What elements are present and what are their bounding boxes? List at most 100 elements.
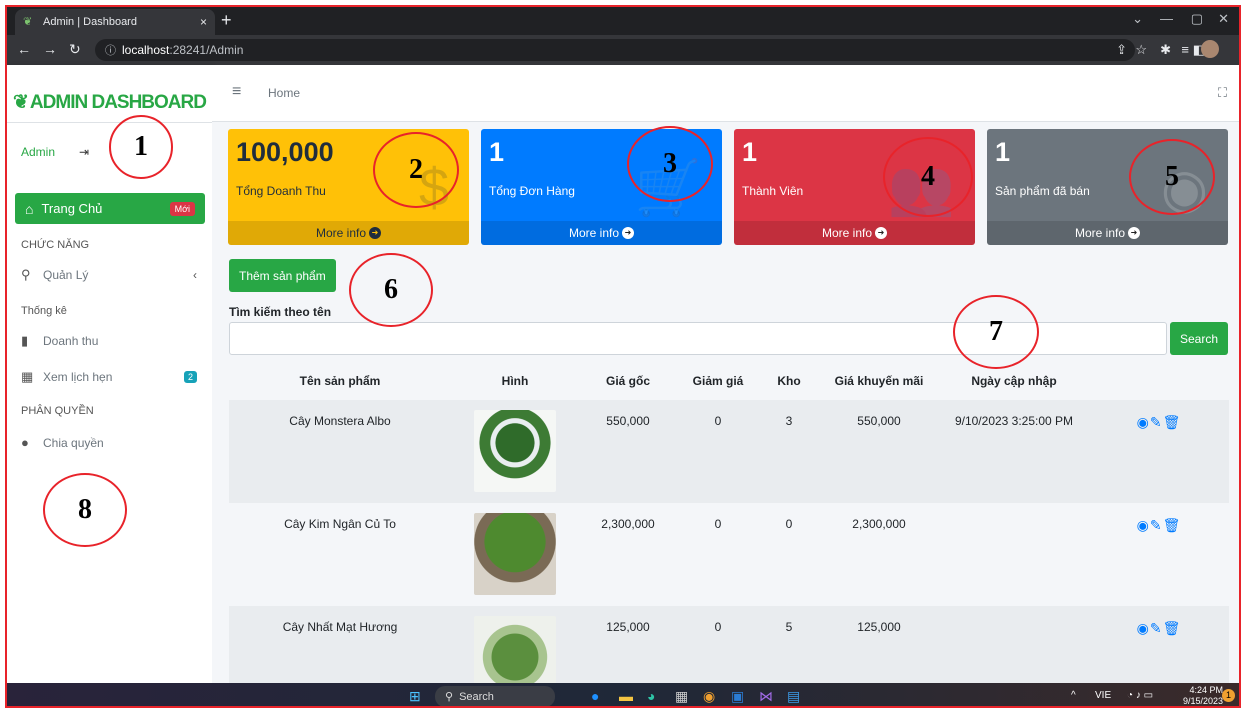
tab-search-icon[interactable]: ⌄ — [1132, 11, 1143, 27]
tab-close-icon[interactable]: × — [200, 15, 207, 29]
sidebar-item-home[interactable]: ⌂ Trang Chủ Mới — [15, 193, 205, 224]
file-explorer-icon[interactable]: ▬ — [619, 688, 633, 704]
more-info-link[interactable]: More info ➜ — [734, 221, 975, 245]
product-stock: 5 — [759, 606, 819, 685]
share-icon[interactable]: ⇪ — [1116, 42, 1127, 58]
menu-toggle-icon[interactable]: ≡ — [232, 83, 241, 101]
card-value: 1 — [489, 137, 505, 167]
more-info-label: More info — [568, 226, 620, 240]
column-header: Kho — [777, 374, 801, 388]
sidebar-item-appointments[interactable]: ▦ Xem lịch hẹn 2 — [21, 369, 197, 385]
column-header: Tên sản phẩm — [299, 374, 381, 388]
view-icon[interactable]: ◉ — [1137, 620, 1150, 636]
reading-list-icon[interactable]: ≡ — [1181, 42, 1189, 57]
sidebar-item-manage[interactable]: ⚲ Quản Lý ‹ — [21, 267, 197, 283]
product-name: Cây Nhất Mạt Hương — [229, 606, 451, 685]
close-window-icon[interactable]: ✕ — [1218, 11, 1229, 27]
reload-icon[interactable]: ↻ — [69, 41, 81, 58]
row-actions: ◉✎🗑 — [1089, 400, 1229, 503]
trash-icon[interactable]: 🗑 — [1163, 517, 1182, 533]
new-tab-button[interactable]: + — [221, 10, 232, 30]
brand-logo[interactable]: ❦ ADMIN DASHBOARD — [13, 91, 207, 114]
more-info-label: More info — [821, 226, 873, 240]
extensions-icon[interactable]: ✱ — [1160, 42, 1171, 58]
browser-tab[interactable]: ❦ Admin | Dashboard × — [15, 9, 215, 35]
edge-icon[interactable]: ◕ — [647, 688, 655, 704]
arrow-circle-right-icon: ➜ — [875, 227, 888, 239]
user-name[interactable]: Admin — [21, 145, 55, 159]
arrow-circle-right-icon: ➜ — [622, 227, 635, 239]
annotation-8: 8 — [43, 473, 127, 547]
clock-time: 4:24 PM — [1189, 685, 1223, 695]
product-discount: 0 — [714, 517, 722, 531]
product-promo-price: 550,000 — [819, 400, 939, 503]
product-price: 550,000 — [579, 400, 677, 503]
profile-avatar[interactable] — [1201, 40, 1219, 58]
url-field[interactable]: ⓘ localhost :28241/Admin — [95, 39, 1135, 61]
visual-studio-icon[interactable]: ⋈ — [759, 688, 773, 705]
view-icon[interactable]: ◉ — [1137, 414, 1150, 430]
notepad-icon[interactable]: ▤ — [787, 688, 800, 705]
trash-icon[interactable]: 🗑 — [1163, 414, 1182, 430]
tab-title: Admin | Dashboard — [43, 16, 137, 28]
fullscreen-icon[interactable]: ⛶ — [1218, 85, 1227, 101]
search-button[interactable]: Search — [1170, 322, 1228, 355]
table-row: Cây Nhất Mạt Hương 125,000 0 5 125,000 ◉… — [229, 606, 1229, 685]
divider — [7, 122, 212, 123]
trash-icon[interactable]: 🗑 — [1163, 620, 1182, 636]
section-header-stats: Thống kê — [21, 305, 67, 317]
table-row: Cây Monstera Albo 550,000 0 3 550,000 9/… — [229, 400, 1229, 503]
product-price: 2,300,000 — [601, 517, 655, 531]
info-icon[interactable]: ⓘ — [105, 42, 116, 58]
chrome-icon[interactable]: ◉ — [703, 688, 715, 705]
taskbar-search[interactable]: ⚲ Search — [435, 686, 555, 706]
copilot-icon[interactable]: ● — [591, 688, 599, 704]
sidebar-item-label: Quản Lý — [43, 268, 89, 282]
product-discount: 0 — [677, 400, 759, 503]
brand-text: ADMIN DASHBOARD — [29, 92, 207, 113]
restore-icon[interactable]: ▢ — [1191, 11, 1203, 27]
product-image-cell — [451, 503, 579, 606]
card-value: 1 — [995, 137, 1011, 167]
more-info-link[interactable]: More info ➜ — [228, 221, 469, 245]
windows-start-icon[interactable]: ⊞ — [409, 688, 421, 705]
browser-window: ❦ Admin | Dashboard × + ⌄ — ▢ ✕ ← → ↻ ⓘ … — [5, 5, 1241, 708]
more-info-link[interactable]: More info ➜ — [987, 221, 1228, 245]
url-host: localhost — [122, 43, 170, 57]
section-header-permission: PHÂN QUYỀN — [21, 405, 94, 417]
view-icon[interactable]: ◉ — [1137, 517, 1150, 533]
word-icon[interactable]: ▣ — [731, 688, 744, 705]
edit-icon[interactable]: ✎ — [1150, 517, 1163, 533]
notification-badge[interactable]: 1 — [1222, 689, 1235, 702]
logout-icon[interactable]: ⇥ — [79, 145, 89, 159]
chevron-up-icon[interactable]: ^ — [1071, 690, 1076, 701]
language-indicator[interactable]: VIE — [1095, 690, 1111, 701]
search-icon: ⚲ — [21, 267, 31, 282]
chevron-left-icon: ‹ — [193, 268, 197, 282]
address-bar: ← → ↻ ⓘ localhost :28241/Admin ⇪ ☆ ✱ ≡ ◧ — [7, 35, 1239, 65]
wifi-icon[interactable]: ◔ ♪ ▭ — [1127, 690, 1153, 701]
minimize-icon[interactable]: — — [1160, 11, 1173, 26]
annotation-3: 3 — [627, 126, 713, 202]
card-label: Sản phẩm đã bán — [995, 184, 1090, 198]
home-link[interactable]: Home — [268, 86, 300, 100]
sidebar-item-permission[interactable]: ● Chia quyền — [21, 435, 197, 450]
add-product-button[interactable]: Thêm sản phẩm — [229, 259, 336, 292]
back-icon[interactable]: ← — [17, 41, 31, 57]
edit-icon[interactable]: ✎ — [1150, 414, 1163, 430]
count-badge: 2 — [183, 371, 197, 383]
forward-icon[interactable]: → — [43, 41, 57, 57]
product-image — [474, 616, 556, 685]
store-icon[interactable]: ▦ — [675, 688, 688, 705]
product-stock: 0 — [785, 517, 793, 531]
bookmark-star-icon[interactable]: ☆ — [1135, 42, 1147, 58]
more-info-link[interactable]: More info ➜ — [481, 221, 722, 245]
url-path: :28241/Admin — [169, 43, 244, 57]
edit-icon[interactable]: ✎ — [1150, 620, 1163, 636]
clock[interactable]: 4:24 PM 9/15/2023 — [1183, 685, 1223, 706]
leaf-favicon-icon: ❦ — [23, 16, 33, 28]
product-updated: 9/10/2023 3:25:00 PM — [939, 400, 1089, 503]
sidebar-item-revenue[interactable]: ▮ Doanh thu — [21, 333, 197, 349]
product-discount: 0 — [677, 606, 759, 685]
card-label: Thành Viên — [742, 184, 804, 198]
